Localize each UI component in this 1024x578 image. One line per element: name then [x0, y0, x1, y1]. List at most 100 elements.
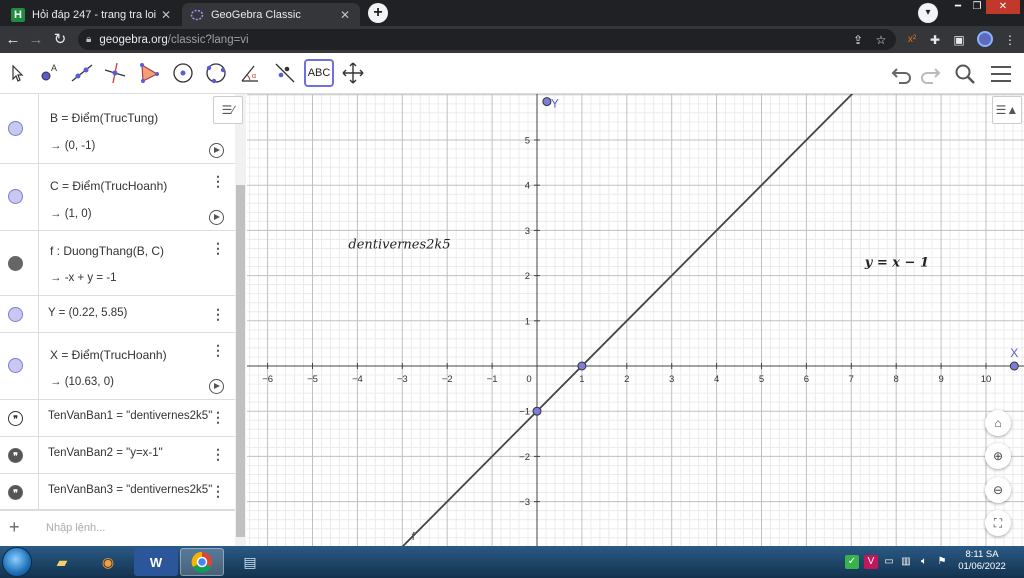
reload-icon[interactable]: ↻	[50, 30, 70, 50]
security-tray-icon[interactable]: ✓	[845, 555, 859, 569]
line-tool-icon[interactable]	[68, 59, 96, 87]
play-animation-icon[interactable]	[209, 379, 224, 394]
home-icon[interactable]: ⌂	[985, 410, 1011, 436]
text-tool-button[interactable]: ABC	[304, 59, 334, 87]
profile-avatar[interactable]	[977, 31, 993, 47]
redo-icon[interactable]	[916, 60, 944, 88]
text-object-icon[interactable]: ❞	[8, 448, 23, 463]
definition-TenVanBan1[interactable]: TenVanBan1 = "dentivernes2k5"	[48, 410, 216, 422]
definition-TenVanBan2[interactable]: TenVanBan2 = "y=x-1"	[48, 447, 216, 459]
more-options-icon[interactable]: ⋮	[211, 447, 225, 461]
definition-Y[interactable]: Y = (0.22, 5.85)	[48, 307, 216, 319]
tab-title: Hỏi đáp 247 - trang tra loi	[32, 8, 157, 21]
input-bar[interactable]: + Nhập lệnh...	[0, 510, 235, 546]
play-animation-icon[interactable]	[209, 143, 224, 158]
hamburger-menu-icon[interactable]	[987, 60, 1015, 88]
algebra-row-X[interactable]: X = Điểm(TrucHoanh) ⋮ → (10.63, 0)	[0, 333, 235, 400]
close-window-icon[interactable]: ✕	[986, 0, 1020, 14]
close-tab-icon[interactable]: ✕	[159, 8, 173, 22]
word-icon[interactable]: W	[134, 548, 178, 576]
algebra-row-TenVanBan2[interactable]: ❞ TenVanBan2 = "y=x-1" ⋮	[0, 437, 235, 474]
algebra-style-bar-icon[interactable]: ☰∕	[213, 96, 243, 124]
visibility-toggle-icon[interactable]	[8, 121, 23, 136]
antivirus-tray-icon[interactable]: V	[864, 555, 878, 569]
action-center-tray-icon[interactable]: ⚑	[935, 555, 949, 569]
browser-tab-hoidap[interactable]: H Hỏi đáp 247 - trang tra loi ✕	[3, 3, 181, 26]
more-options-icon[interactable]: ⋮	[211, 343, 225, 357]
algebra-row-C[interactable]: C = Điểm(TrucHoanh) ⋮ → (1, 0)	[0, 164, 235, 231]
add-icon[interactable]: +	[9, 517, 20, 538]
y-tick-label: 4	[525, 181, 530, 192]
point-C	[577, 361, 587, 371]
point-tool-icon[interactable]: A	[35, 59, 63, 87]
new-tab-button[interactable]: +	[368, 3, 388, 23]
visibility-toggle-icon[interactable]	[8, 256, 23, 271]
visibility-toggle-icon[interactable]	[8, 307, 23, 322]
algebra-scrollbar-thumb[interactable]	[236, 185, 245, 537]
angle-tool-icon[interactable]: α	[236, 59, 264, 87]
media-player-icon[interactable]: ◉	[86, 548, 130, 576]
address-bar[interactable]: 🔒︎ geogebra.org/classic?lang=vi	[78, 29, 896, 50]
share-icon[interactable]: ⇪	[849, 31, 867, 49]
algebra-row-B[interactable]: B = Điểm(TrucTung) → (0, -1)	[0, 94, 235, 164]
bookmark-star-icon[interactable]: ☆	[872, 31, 890, 49]
graphics-canvas[interactable]: −6 −5 −4 −3 −2 −1 0 1 2 3 4 5 6 7 8 9 10 54321−1−2−3 f Y…	[247, 94, 1024, 546]
algebra-row-Y[interactable]: Y = (0.22, 5.85) ⋮	[0, 296, 235, 333]
more-options-icon[interactable]: ⋮	[211, 307, 225, 321]
start-button[interactable]	[2, 547, 32, 577]
fullscreen-icon[interactable]: ⛶	[985, 510, 1011, 536]
more-options-icon[interactable]: ⋮	[211, 241, 225, 255]
move-tool-icon[interactable]	[3, 59, 31, 87]
definition-X[interactable]: X = Điểm(TrucHoanh)	[50, 348, 167, 362]
extension-icon[interactable]: x²	[903, 31, 921, 49]
tab-search-icon[interactable]: ▾	[918, 3, 938, 23]
algebra-row-f[interactable]: f : DuongThang(B, C) ⋮ → -x + y = -1	[0, 231, 235, 296]
back-arrow-icon[interactable]: ←	[3, 30, 23, 50]
puzzle-extensions-icon[interactable]: ✚	[926, 31, 944, 49]
polygon-tool-icon[interactable]	[135, 59, 163, 87]
algebra-row-TenVanBan3[interactable]: ❞ TenVanBan3 = "dentivernes2k5" ⋮	[0, 474, 235, 510]
device-tray-icon[interactable]: ▭	[882, 555, 896, 569]
chrome-menu-icon[interactable]: ⋮	[1001, 31, 1019, 49]
more-options-icon[interactable]: ⋮	[211, 174, 225, 188]
play-animation-icon[interactable]	[209, 210, 224, 225]
undo-icon[interactable]	[888, 60, 916, 88]
y-tick-label: −1	[519, 407, 530, 418]
definition-B[interactable]: B = Điểm(TrucTung)	[50, 111, 158, 125]
graphics-view[interactable]: −6 −5 −4 −3 −2 −1 0 1 2 3 4 5 6 7 8 9 10 5 4 3 2 1 −1 −2 −3 f Y…	[247, 94, 1024, 546]
text-equation[interactable]: y = x − 1	[864, 256, 929, 271]
side-panel-icon[interactable]: ▣	[950, 31, 968, 49]
circle-center-point-tool-icon[interactable]	[169, 59, 197, 87]
browser-tab-geogebra[interactable]: GeoGebra Classic ✕	[182, 3, 360, 26]
more-options-icon[interactable]: ⋮	[211, 410, 225, 424]
definition-C[interactable]: C = Điểm(TrucHoanh)	[50, 179, 167, 193]
search-icon[interactable]	[951, 60, 979, 88]
point-label-Y[interactable]: Y	[551, 97, 559, 111]
definition-TenVanBan3[interactable]: TenVanBan3 = "dentivernes2k5"	[48, 484, 216, 496]
point-label-X[interactable]: X	[1010, 346, 1018, 360]
move-graphics-view-tool-icon[interactable]	[339, 59, 367, 87]
text-object-icon[interactable]: ❞	[8, 485, 23, 500]
zoom-out-icon[interactable]: ⊖	[985, 477, 1011, 503]
zoom-in-icon[interactable]: ⊕	[985, 443, 1011, 469]
visibility-toggle-icon[interactable]	[8, 358, 23, 373]
close-tab-icon[interactable]: ✕	[338, 8, 352, 22]
chrome-taskbar-icon[interactable]	[180, 548, 224, 576]
remote-desktop-icon[interactable]: ▤	[228, 548, 272, 576]
network-tray-icon[interactable]: ▥	[899, 555, 913, 569]
text-object-icon[interactable]: ❞	[8, 411, 23, 426]
forward-arrow-icon[interactable]: →	[26, 30, 46, 50]
reflect-tool-icon[interactable]	[271, 59, 299, 87]
visibility-toggle-icon[interactable]	[8, 189, 23, 204]
circle-three-points-tool-icon[interactable]	[202, 59, 230, 87]
text-dentivernes[interactable]: dentivernes2k5	[348, 237, 450, 252]
algebra-row-TenVanBan1[interactable]: ❞ TenVanBan1 = "dentivernes2k5" ⋮	[0, 400, 235, 437]
definition-f[interactable]: f : DuongThang(B, C)	[50, 244, 164, 258]
input-placeholder[interactable]: Nhập lệnh...	[46, 522, 105, 534]
file-explorer-icon[interactable]: ▰	[40, 548, 84, 576]
perpendicular-line-tool-icon[interactable]	[101, 59, 129, 87]
volume-tray-icon[interactable]: 🔈︎	[917, 555, 931, 569]
more-options-icon[interactable]: ⋮	[211, 484, 225, 498]
taskbar-clock[interactable]: 8:11 SA 01/06/2022	[957, 549, 1007, 573]
graphics-style-bar-icon[interactable]: ☰▲	[992, 96, 1022, 124]
